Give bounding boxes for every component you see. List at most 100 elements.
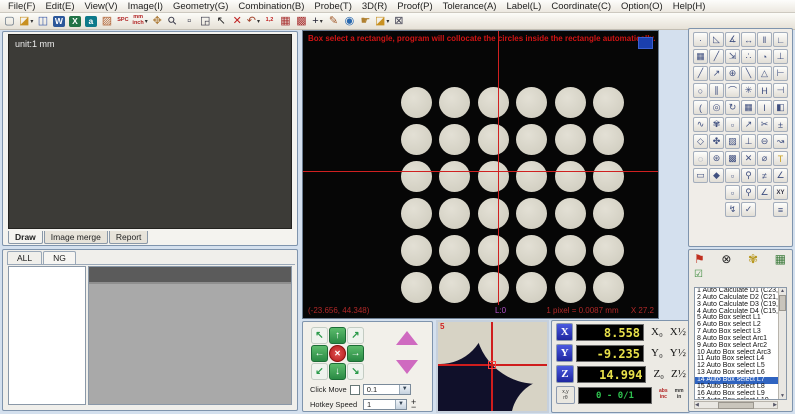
geometry-tool-icon[interactable]: ▦: [741, 100, 756, 115]
geometry-tool-icon[interactable]: ↝: [773, 134, 788, 149]
number-label-icon[interactable]: 1,2: [263, 14, 276, 29]
geometry-tool-icon[interactable]: I: [757, 100, 772, 115]
spinner-minus-button[interactable]: −: [411, 405, 416, 410]
geometry-tool-icon[interactable]: ·: [693, 32, 708, 47]
move-down-button[interactable]: ↓: [329, 363, 346, 380]
geometry-tool-icon[interactable]: ◇: [693, 134, 708, 149]
move-down-left-button[interactable]: ↙: [311, 363, 328, 380]
pan-hand-icon[interactable]: ✥: [151, 14, 164, 29]
stop-button[interactable]: ✕: [329, 345, 346, 362]
menu-item-viewv[interactable]: View(V): [80, 1, 123, 12]
z-zero-button[interactable]: Z₀: [653, 368, 664, 380]
geometry-tool-icon[interactable]: ◺: [709, 32, 724, 47]
horizontal-scrollbar[interactable]: ◀ ▶: [694, 401, 778, 409]
geometry-tool-icon[interactable]: ╲: [741, 66, 756, 81]
geometry-tool-icon[interactable]: ✂: [757, 117, 772, 132]
spc-icon[interactable]: SPC: [116, 14, 129, 29]
geometry-tool-icon[interactable]: ≠: [757, 168, 772, 183]
geometry-tool-icon[interactable]: (: [693, 100, 708, 115]
camera-view[interactable]: Box select a rectangle, program will col…: [302, 30, 659, 319]
chevron-down-icon[interactable]: ▾: [257, 18, 260, 25]
geometry-tool-icon[interactable]: ↻: [725, 100, 740, 115]
grid-icon[interactable]: ▦: [279, 14, 292, 29]
z-half-button[interactable]: Z½: [671, 368, 686, 380]
click-move-step-select[interactable]: 0.1 ▼: [363, 384, 411, 395]
geometry-tool-icon[interactable]: ‖: [757, 32, 772, 47]
geometry-tool-icon[interactable]: ⌀: [757, 151, 772, 166]
program-step-list[interactable]: 1 Auto Calculate D1 (C23,2 Auto Calculat…: [694, 287, 787, 400]
geometry-tool-icon[interactable]: ◧: [773, 100, 788, 115]
magnified-camera-view[interactable]: 5: [436, 320, 549, 413]
move-right-button[interactable]: →: [347, 345, 364, 362]
tab-all[interactable]: ALL: [7, 251, 42, 264]
scroll-up-icon[interactable]: ▲: [780, 288, 785, 294]
geometry-tool-icon[interactable]: ⊛: [709, 151, 724, 166]
geometry-tool-icon[interactable]: ≡: [773, 202, 788, 217]
geometry-tool-icon[interactable]: ✳: [741, 83, 756, 98]
move-up-right-button[interactable]: ↗: [347, 327, 364, 344]
box-select-icon[interactable]: ▫: [183, 14, 196, 29]
mm-inch-icon[interactable]: mm inch▾: [132, 14, 147, 29]
move-left-button[interactable]: ←: [311, 345, 328, 362]
geometry-tool-icon[interactable]: ◌: [693, 151, 708, 166]
x-zero-button[interactable]: X₀: [651, 326, 663, 338]
mm-inch-toggle[interactable]: mm in: [675, 389, 684, 401]
geometry-tool-icon[interactable]: ▫: [725, 185, 740, 200]
menu-item-labell[interactable]: Label(L): [501, 1, 546, 12]
geometry-tool-icon[interactable]: ⚲: [741, 168, 756, 183]
delete-all-icon[interactable]: ⊗: [721, 253, 731, 266]
geometry-tool-icon[interactable]: ⊥: [741, 134, 756, 149]
undo-icon[interactable]: ↶▾: [247, 14, 260, 29]
section-check-icon[interactable]: ☑: [694, 268, 703, 281]
geometry-tool-icon[interactable]: ◆: [709, 168, 724, 183]
scrollbar-thumb[interactable]: [718, 402, 754, 409]
select-grid-icon[interactable]: ▦: [775, 253, 786, 266]
y-zero-button[interactable]: Y₀: [651, 347, 663, 359]
geometry-tool-icon[interactable]: ⊥: [773, 49, 788, 64]
run-flag-icon[interactable]: ⚑: [694, 253, 705, 266]
geometry-tool-icon[interactable]: ⊣: [773, 83, 788, 98]
menu-item-imagei[interactable]: Image(I): [123, 1, 168, 12]
geometry-tool-icon[interactable]: ⊖: [757, 134, 772, 149]
tab-image-merge[interactable]: Image merge: [44, 231, 108, 244]
geometry-tool-icon[interactable]: ∠: [773, 168, 788, 183]
measure-hand-icon[interactable]: ☛: [359, 14, 372, 29]
geometry-tool-icon[interactable]: ✓: [741, 202, 756, 217]
geometry-tool-icon[interactable]: ⇲: [725, 49, 740, 64]
geometry-tool-icon[interactable]: ▩: [725, 151, 740, 166]
scroll-right-icon[interactable]: ▶: [773, 402, 777, 408]
menu-item-edite[interactable]: Edit(E): [40, 1, 79, 12]
geometry-tool-icon[interactable]: ⌒: [725, 83, 740, 98]
tab-report[interactable]: Report: [109, 231, 149, 244]
vertical-scrollbar[interactable]: ▲ ▼: [778, 288, 786, 399]
scroll-down-icon[interactable]: ▼: [780, 393, 785, 399]
hotkey-speed-select[interactable]: 1 ▼: [363, 399, 407, 410]
geometry-tool-icon[interactable]: ∠: [757, 185, 772, 200]
geometry-tool-icon[interactable]: △: [757, 66, 772, 81]
magnifier-icon[interactable]: ⚲: [167, 14, 180, 29]
geometry-tool-icon[interactable]: ±: [773, 117, 788, 132]
chevron-down-icon[interactable]: ▾: [320, 18, 323, 25]
geometry-tool-icon[interactable]: ⊕: [725, 66, 740, 81]
chevron-down-icon[interactable]: ▾: [30, 18, 33, 25]
geometry-tool-icon[interactable]: ∿: [693, 117, 708, 132]
menu-item-geometryg[interactable]: Geometry(G): [168, 1, 233, 12]
z-axis-up-button[interactable]: [396, 331, 418, 345]
y-half-button[interactable]: Y½: [670, 347, 686, 359]
results-list[interactable]: [8, 266, 86, 405]
crosshair-icon[interactable]: +▾: [311, 14, 324, 29]
open-file-icon[interactable]: ◪▾: [19, 14, 33, 29]
image-export-icon[interactable]: ▨: [100, 14, 113, 29]
results-detail-area[interactable]: [88, 266, 292, 405]
new-file-icon[interactable]: ▢: [3, 14, 16, 29]
word-export-icon[interactable]: W: [52, 14, 65, 29]
folder-export-icon[interactable]: ◪▾: [375, 14, 389, 29]
edit-page-icon[interactable]: ✎: [327, 14, 340, 29]
geometry-tool-icon[interactable]: ∡: [725, 32, 740, 47]
geometry-tool-icon[interactable]: ▫: [725, 117, 740, 132]
geometry-tool-icon[interactable]: T: [773, 151, 788, 166]
geometry-tool-icon[interactable]: ╱: [709, 49, 724, 64]
scrollbar-thumb[interactable]: [779, 295, 786, 311]
exit-icon[interactable]: ⊠: [392, 14, 405, 29]
scroll-left-icon[interactable]: ◀: [695, 402, 699, 408]
